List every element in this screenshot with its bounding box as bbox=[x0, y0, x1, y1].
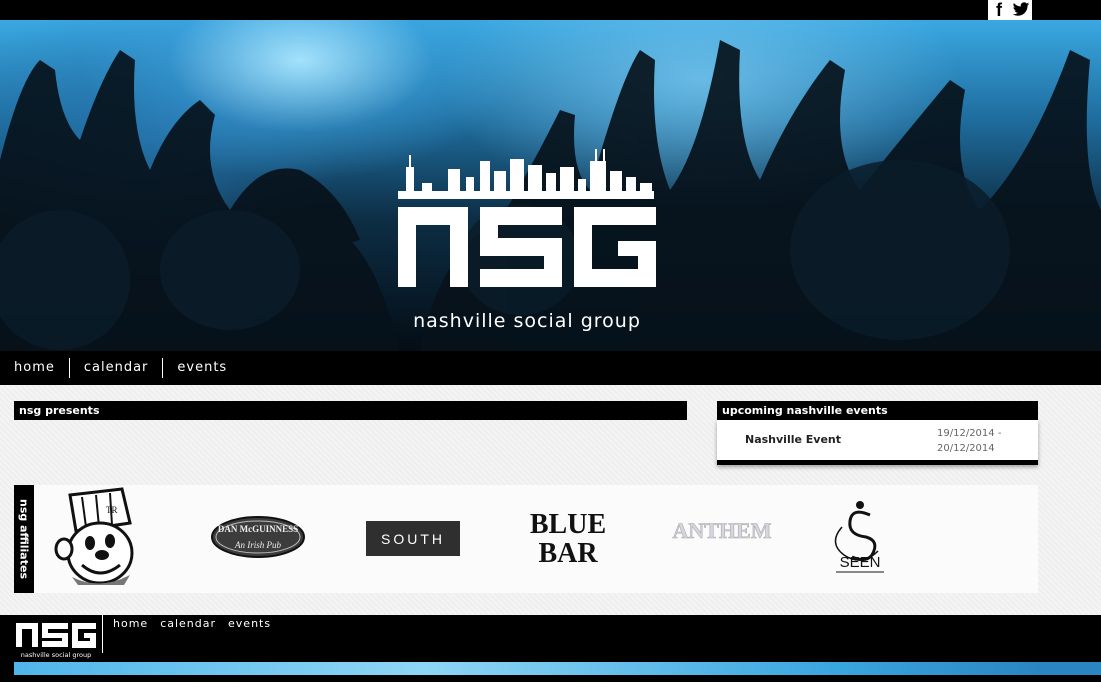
blue-bar-logo[interactable]: BLUE BAR bbox=[524, 505, 614, 567]
bottom-image-strip-edge bbox=[1038, 662, 1101, 675]
dan-logo-line2: An Irish Pub bbox=[234, 540, 281, 550]
nsg-logo bbox=[398, 149, 656, 287]
footer-divider bbox=[102, 615, 103, 653]
top-bar: f bbox=[0, 0, 1101, 20]
upcoming-events-heading: upcoming nashville events bbox=[717, 401, 1038, 420]
facebook-icon[interactable]: f bbox=[988, 0, 1010, 20]
dan-logo-line1: DAN McGUINNESS bbox=[218, 524, 298, 534]
south-logo-text: SOUTH bbox=[381, 531, 445, 547]
footer-nav: home calendar events bbox=[113, 617, 271, 630]
footer-nav-home[interactable]: home bbox=[113, 617, 148, 630]
nsg-presents-heading: nsg presents bbox=[14, 401, 687, 420]
dan-mcguinness-logo[interactable]: DAN McGUINNESS An Irish Pub bbox=[210, 515, 306, 559]
hero-banner: nashville social group bbox=[0, 20, 1101, 351]
affiliates-tab: nsg affiliates bbox=[14, 485, 34, 593]
mascot-logo[interactable]: TR bbox=[52, 487, 142, 587]
nav-home[interactable]: home bbox=[0, 358, 70, 378]
brand-tagline: nashville social group bbox=[413, 310, 641, 332]
seen-logo-text: SEEN bbox=[840, 554, 881, 571]
footer-nsg-logo[interactable]: nashville social group bbox=[14, 619, 98, 659]
facebook-glyph: f bbox=[996, 0, 1002, 20]
twitter-icon[interactable] bbox=[1010, 0, 1032, 20]
event-date-start: 19/12/2014 - bbox=[937, 428, 1002, 439]
nav-events[interactable]: events bbox=[163, 358, 241, 378]
anthem-logo-text: ANTHEM bbox=[673, 518, 772, 543]
footer-tagline: nashville social group bbox=[21, 651, 91, 659]
footer-nav-events[interactable]: events bbox=[228, 617, 271, 630]
footer: nashville social group home calendar eve… bbox=[0, 615, 1101, 662]
affiliates-heading: nsg affiliates bbox=[17, 498, 31, 580]
nav-calendar[interactable]: calendar bbox=[70, 358, 164, 378]
upcoming-event-row[interactable]: Nashville Event 19/12/2014 - 20/12/2014 bbox=[717, 420, 1038, 465]
content-area: nsg presents upcoming nashville events N… bbox=[0, 385, 1101, 615]
blue-bar-line2: BAR bbox=[538, 538, 598, 567]
bottom-image-strip bbox=[14, 662, 1038, 675]
seen-logo[interactable]: SEEN bbox=[822, 497, 898, 577]
event-name[interactable]: Nashville Event bbox=[745, 433, 841, 446]
svg-text:TR: TR bbox=[106, 505, 118, 515]
event-date-end: 20/12/2014 bbox=[937, 443, 995, 454]
south-logo[interactable]: SOUTH bbox=[366, 521, 460, 556]
affiliates-strip: TR DAN McGUINNESS An Irish Pub SOUTH BLU… bbox=[34, 485, 1038, 593]
anthem-logo[interactable]: ANTHEM bbox=[670, 515, 774, 547]
blue-bar-line1: BLUE bbox=[530, 509, 606, 540]
main-nav: home calendar events bbox=[0, 351, 1101, 385]
nsg-presents-body bbox=[14, 420, 687, 465]
event-date: 19/12/2014 - 20/12/2014 bbox=[937, 426, 1001, 456]
footer-nav-calendar[interactable]: calendar bbox=[160, 617, 216, 630]
social-links: f bbox=[988, 0, 1032, 20]
